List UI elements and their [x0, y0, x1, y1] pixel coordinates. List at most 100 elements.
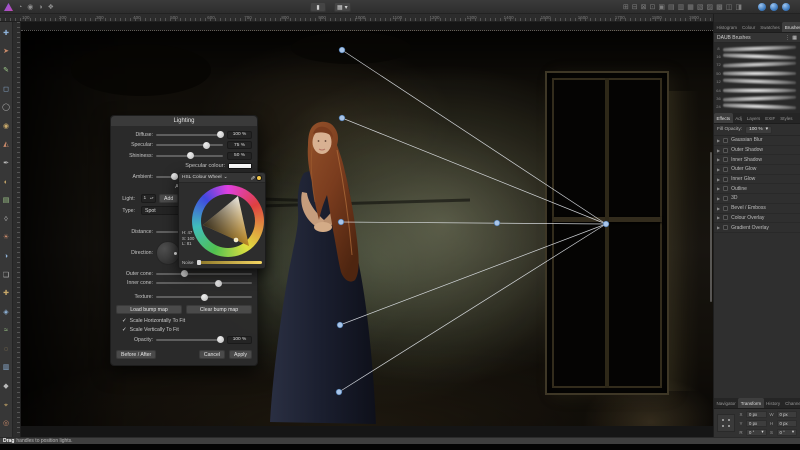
healing-tool[interactable]: ✚ — [0, 284, 13, 303]
canvas-scrollbar[interactable] — [710, 152, 712, 302]
tab-histogram[interactable]: Histogram — [714, 22, 740, 32]
stepper-carets-icon[interactable]: ▴▾ — [150, 197, 154, 201]
light-inner-cone-top-handle[interactable] — [339, 115, 345, 121]
opacity-value[interactable]: 100 % — [227, 336, 252, 344]
apply-button[interactable]: Apply — [229, 350, 252, 359]
colour-picker-icon[interactable]: ✎ — [248, 175, 254, 180]
outer-cone-slider[interactable] — [156, 273, 252, 275]
before-after-button[interactable]: Before / After — [116, 350, 156, 359]
disclosure-icon[interactable]: ▶ — [717, 148, 720, 153]
app-toolbar-icon-2[interactable]: ◉ — [27, 4, 33, 11]
add-light-button[interactable]: Add — [159, 194, 178, 203]
tab-navigator[interactable]: Navigator — [714, 398, 738, 408]
effect-row[interactable]: ▶ Gaussian Blur — [714, 136, 800, 146]
crop-tool[interactable]: ◭ — [0, 136, 13, 155]
transform-field-input[interactable]: 0 px — [777, 420, 798, 427]
transform-field-input[interactable]: 0 px — [746, 411, 767, 418]
effect-row[interactable]: ▶ Outline — [714, 184, 800, 194]
arrange-icon[interactable]: ⊠ — [641, 4, 647, 11]
scale-vertically-label[interactable]: Scale Vertically To Fit — [130, 327, 179, 333]
shininess-slider[interactable] — [156, 155, 223, 157]
arrange-icon[interactable]: ▤ — [668, 4, 675, 11]
smudge-tool[interactable]: ≈ — [0, 322, 13, 341]
tab-layers[interactable]: Layers — [744, 113, 763, 123]
app-toolbar-icon-1[interactable]: ◔ — [18, 4, 22, 11]
menu-dots-icon[interactable]: ⋮ — [785, 35, 790, 41]
brush-item[interactable]: 50 — [714, 69, 800, 77]
disclosure-icon[interactable]: ▶ — [717, 215, 720, 220]
specular-value[interactable]: 75 % — [227, 141, 252, 149]
vertical-ruler[interactable] — [13, 22, 21, 437]
load-bump-map-button[interactable]: Load bump map — [116, 305, 182, 314]
diffuse-value[interactable]: 100 % — [227, 131, 252, 139]
effect-checkbox[interactable] — [723, 196, 728, 201]
tab-transform[interactable]: Transform — [738, 398, 763, 408]
diffuse-slider[interactable] — [156, 134, 223, 136]
effect-checkbox[interactable] — [723, 138, 728, 143]
fill-opacity-dropdown[interactable]: 100 % ▾ — [745, 126, 772, 134]
effect-checkbox[interactable] — [723, 177, 728, 182]
disclosure-icon[interactable]: ▶ — [717, 196, 720, 201]
effect-checkbox[interactable] — [723, 186, 728, 191]
effect-row[interactable]: ▶ Outer Shadow — [714, 146, 800, 156]
arrange-icon[interactable]: ▧ — [697, 4, 704, 11]
disclosure-icon[interactable]: ▶ — [717, 157, 720, 162]
brush-item[interactable]: 8 — [714, 44, 800, 52]
horizontal-ruler[interactable]: 1002003004005006007008009001000110012001… — [0, 14, 800, 22]
tab-channels[interactable]: Channels — [783, 398, 800, 408]
arrange-icon[interactable]: ◨ — [735, 4, 742, 11]
colour-sphere-icon[interactable] — [782, 3, 790, 11]
light-target-handle[interactable] — [338, 219, 344, 225]
check-icon[interactable]: ✓ — [122, 318, 127, 324]
noise-slider[interactable] — [197, 261, 262, 264]
colour-picker-tool[interactable]: ⌖ — [0, 396, 13, 415]
effect-checkbox[interactable] — [723, 157, 728, 162]
effect-row[interactable]: ▶ 3D — [714, 194, 800, 204]
disclosure-icon[interactable]: ▶ — [717, 206, 720, 211]
effect-checkbox[interactable] — [723, 167, 728, 172]
effect-row[interactable]: ▶ Bevel / Emboss — [714, 204, 800, 214]
brush-item[interactable]: 36 — [714, 94, 800, 102]
dodge-tool[interactable]: ☀ — [0, 229, 13, 248]
specular-colour-swatch[interactable] — [228, 163, 252, 169]
triangle-selector[interactable] — [234, 238, 238, 242]
tab-brushes[interactable]: Brushes — [782, 22, 800, 32]
colour-sphere-icon[interactable] — [758, 3, 766, 11]
burn-tool[interactable]: ◑ — [0, 247, 13, 266]
cancel-button[interactable]: Cancel — [199, 350, 225, 359]
blemish-tool[interactable]: ◈ — [0, 303, 13, 322]
eraser-tool[interactable]: ◊ — [0, 210, 13, 229]
disclosure-icon[interactable]: ▶ — [717, 167, 720, 172]
arrange-icon[interactable]: ▩ — [716, 4, 723, 11]
inner-cone-slider[interactable] — [156, 282, 252, 284]
flood-select-tool[interactable]: ◉ — [0, 117, 13, 136]
arrange-icon[interactable]: ▣ — [658, 4, 665, 11]
tab-effects[interactable]: Effects — [714, 113, 733, 123]
blur-tool[interactable]: ◌ — [0, 340, 13, 359]
light-source-handle[interactable] — [603, 221, 609, 227]
brush-item[interactable]: 72 — [714, 61, 800, 69]
tab-exif[interactable]: EXIF — [763, 113, 778, 123]
view-tool[interactable]: ✚ — [0, 24, 13, 43]
disclosure-icon[interactable]: ▶ — [717, 225, 720, 230]
effect-checkbox[interactable] — [723, 206, 728, 211]
zoom-tool[interactable]: ◎ — [0, 414, 13, 433]
effect-row[interactable]: ▶ Inner Glow — [714, 175, 800, 185]
transform-field-input[interactable]: 0 px — [777, 411, 798, 418]
arrange-icon[interactable]: ⊡ — [650, 4, 656, 11]
colour-wheel[interactable] — [192, 185, 264, 257]
transform-field-input[interactable]: 0 ° ▾ — [746, 429, 767, 436]
specular-slider[interactable] — [156, 144, 223, 146]
gradient-tool[interactable]: ▥ — [0, 359, 13, 378]
flood-fill-tool[interactable]: ◆ — [0, 377, 13, 396]
marquee-tool[interactable]: ◻ — [0, 80, 13, 99]
effect-checkbox[interactable] — [723, 215, 728, 220]
disclosure-icon[interactable]: ▶ — [717, 138, 720, 143]
effect-checkbox[interactable] — [723, 148, 728, 153]
disclosure-icon[interactable]: ▶ — [717, 177, 720, 182]
share-icon[interactable]: ❖ — [48, 4, 54, 11]
brush-item[interactable]: 64 — [714, 86, 800, 94]
tab-swatches[interactable]: Swatches — [758, 22, 783, 32]
tab-colour[interactable]: Colour — [740, 22, 758, 32]
transform-field-input[interactable]: 0 px — [746, 420, 767, 427]
